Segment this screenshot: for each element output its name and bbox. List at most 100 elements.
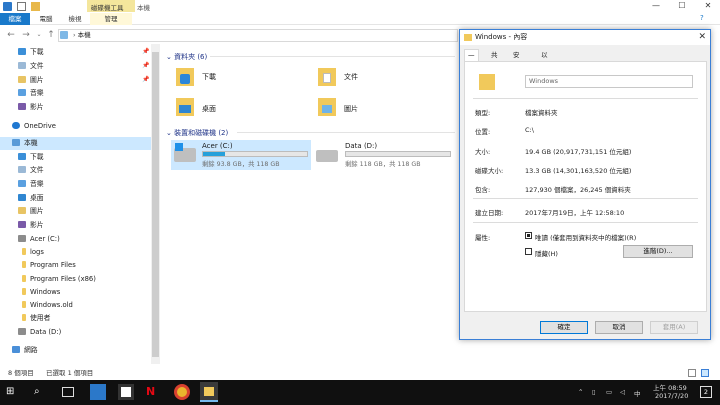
- group-divider: [237, 132, 455, 133]
- drive-icon: [18, 235, 26, 242]
- sidebar-item-windows[interactable]: Windows: [22, 286, 148, 299]
- task-view-icon[interactable]: [62, 387, 74, 397]
- contains-label: 包含:: [475, 186, 491, 194]
- sidebar-item-music-quick[interactable]: 音樂: [18, 87, 148, 100]
- pin-icon[interactable]: 📌: [142, 48, 149, 55]
- cancel-button[interactable]: 取消: [595, 321, 643, 334]
- sidebar-item-pictures-quick[interactable]: 圖片: [18, 74, 148, 87]
- advanced-button[interactable]: 進階(D)...: [623, 245, 693, 258]
- netflix-taskbar-icon[interactable]: N: [146, 384, 162, 400]
- notification-center-icon[interactable]: 2: [700, 386, 712, 398]
- network-icon: [12, 346, 20, 353]
- battery-tray-icon[interactable]: ▭: [606, 388, 612, 396]
- properties-quick-icon[interactable]: [17, 2, 26, 11]
- content-pane: ⌄ 資料夾 (6) 下載 文件 桌面 圖片 ⌄ 裝置和磁碟機 (2) Acer …: [162, 44, 457, 366]
- maximize-button[interactable]: ☐: [672, 1, 692, 11]
- sidebar-item-drive-d[interactable]: Data (D:): [18, 326, 148, 339]
- pin-icon[interactable]: 📌: [142, 62, 149, 69]
- folder-icon: [22, 248, 26, 255]
- onedrive-icon: [12, 122, 20, 129]
- details-view-icon[interactable]: [688, 369, 696, 377]
- sidebar-item-documents-quick[interactable]: 文件: [18, 60, 148, 73]
- clock-time[interactable]: 上午 08:59: [653, 382, 687, 392]
- devices-group-header[interactable]: ⌄ 裝置和磁碟機 (2): [166, 128, 228, 138]
- explorer-app-icon: [3, 2, 12, 11]
- edge-taskbar-icon[interactable]: [90, 384, 106, 400]
- dialog-title-bar[interactable]: Windows - 內容: [460, 30, 710, 45]
- sidebar-item-onedrive[interactable]: OneDrive: [12, 120, 148, 133]
- up-icon[interactable]: ↑: [45, 29, 57, 41]
- sidebar-item-this-pc[interactable]: 本機: [0, 137, 151, 150]
- sidebar-item-network[interactable]: 網路: [12, 344, 148, 357]
- large-icons-view-icon[interactable]: [701, 369, 709, 377]
- sidebar-item-pictures[interactable]: 圖片: [18, 205, 148, 218]
- tab-manage[interactable]: 管理: [90, 13, 132, 25]
- sidebar-item-downloads[interactable]: 下載: [18, 151, 148, 164]
- location-label: 位置:: [475, 128, 491, 136]
- sidebar-item-drive-c[interactable]: Acer (C:): [18, 233, 148, 246]
- search-icon[interactable]: ⌕: [34, 384, 50, 400]
- tray-chevron-icon[interactable]: ⌃: [578, 388, 583, 396]
- documents-folder-icon: [18, 166, 26, 173]
- store-taskbar-icon[interactable]: [118, 384, 134, 400]
- sidebar-item-windows-old[interactable]: Windows.old: [22, 299, 148, 312]
- clock-date[interactable]: 2017/7/20: [655, 392, 688, 400]
- folder-name-field[interactable]: Windows: [525, 75, 693, 88]
- drive-item-d[interactable]: Data (D:) 剩餘 118 GB，共 118 GB: [315, 140, 455, 170]
- sidebar-item-desktop[interactable]: 桌面: [18, 192, 148, 205]
- sidebar-item-users[interactable]: 使用者: [22, 312, 148, 325]
- address-bar[interactable]: › 本機: [58, 29, 458, 42]
- network-tray-icon[interactable]: ▯: [592, 388, 596, 396]
- properties-dialog: Windows - 內容 ✕ 一般 共用 安全性 以前的版本 Windows 類…: [459, 29, 711, 340]
- language-indicator[interactable]: 中: [634, 388, 641, 398]
- folder-icon: [479, 74, 495, 90]
- sidebar-scrollbar-thumb[interactable]: [152, 52, 159, 357]
- tab-view[interactable]: 檢視: [62, 13, 88, 25]
- general-tab-panel: Windows 類型: 檔案資料夾 位置: C:\ 大小: 19.4 GB (2…: [464, 61, 707, 312]
- start-icon[interactable]: ⊞: [6, 384, 22, 400]
- sidebar-item-downloads-quick[interactable]: 下載: [18, 46, 148, 59]
- folder-item-downloads[interactable]: 下載: [176, 66, 306, 94]
- folders-group-header[interactable]: ⌄ 資料夾 (6): [166, 52, 207, 62]
- folder-item-pictures[interactable]: 圖片: [318, 96, 448, 124]
- tab-sharing[interactable]: 共用: [488, 49, 501, 71]
- readonly-label: 唯讀 (僅套用到資料夾中的檔案)(R): [535, 234, 637, 242]
- explorer-taskbar-icon[interactable]: [200, 382, 218, 402]
- sidebar-item-program-files-x86[interactable]: Program Files (x86): [22, 273, 148, 286]
- tab-computer[interactable]: 電腦: [33, 13, 59, 25]
- dialog-close-icon[interactable]: ✕: [698, 30, 706, 45]
- back-icon[interactable]: ←: [5, 29, 17, 41]
- folder-item-desktop[interactable]: 桌面: [176, 96, 306, 124]
- tab-file[interactable]: 檔案: [0, 13, 30, 25]
- ok-button[interactable]: 確定: [540, 321, 588, 334]
- sidebar-item-videos-quick[interactable]: 影片: [18, 101, 148, 114]
- sidebar-item-logs[interactable]: logs: [22, 246, 148, 259]
- pin-icon[interactable]: 📌: [142, 76, 149, 83]
- drive-c-usage-fill: [203, 152, 225, 156]
- chrome-taskbar-icon[interactable]: [174, 384, 190, 400]
- desktop-folder-icon: [176, 98, 194, 116]
- recent-dropdown-icon[interactable]: ⌄: [33, 29, 45, 41]
- minimize-button[interactable]: —: [646, 1, 666, 11]
- group-divider: [210, 56, 455, 57]
- sidebar-item-music[interactable]: 音樂: [18, 178, 148, 191]
- tab-previous-versions[interactable]: 以前的版本: [538, 49, 551, 107]
- sidebar-item-videos[interactable]: 影片: [18, 219, 148, 232]
- item-count: 8 個項目: [8, 369, 34, 377]
- folder-item-documents[interactable]: 文件: [318, 66, 448, 94]
- tab-security[interactable]: 安全性: [510, 49, 523, 83]
- desktop-folder-icon: [18, 194, 26, 201]
- folder-icon: [22, 288, 26, 295]
- sidebar-item-documents[interactable]: 文件: [18, 164, 148, 177]
- hidden-checkbox[interactable]: [525, 248, 532, 255]
- apply-button[interactable]: 套用(A): [650, 321, 698, 334]
- drive-item-c[interactable]: Acer (C:) 剩餘 93.8 GB，共 118 GB: [171, 140, 311, 170]
- close-button[interactable]: ✕: [698, 1, 718, 11]
- new-folder-quick-icon[interactable]: [31, 2, 40, 11]
- folder-icon: [22, 275, 26, 282]
- help-icon[interactable]: ?: [700, 14, 704, 22]
- forward-icon[interactable]: →: [20, 29, 32, 41]
- readonly-checkbox[interactable]: [525, 232, 532, 239]
- sidebar-item-program-files[interactable]: Program Files: [22, 259, 148, 272]
- volume-tray-icon[interactable]: ◁: [620, 388, 625, 396]
